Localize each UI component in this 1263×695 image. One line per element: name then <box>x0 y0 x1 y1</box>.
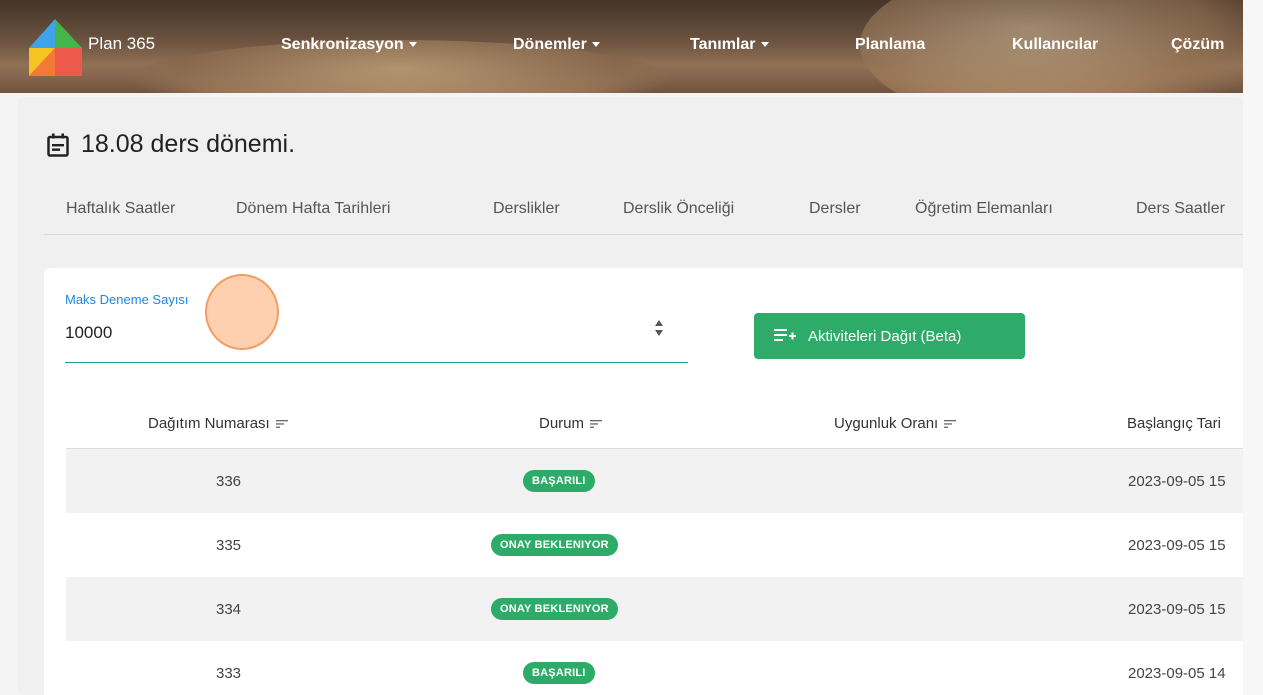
top-navbar: Plan 365 Senkronizasyon Dönemler Tanımla… <box>0 0 1243 93</box>
column-header-start-date[interactable]: Başlangıç Tari <box>1127 415 1221 432</box>
tab-derslikler[interactable]: Derslikler <box>493 200 560 218</box>
header-label: Uygunluk Oranı <box>834 415 939 432</box>
tab-haftalik-saatler[interactable]: Haftalık Saatler <box>66 200 175 218</box>
calendar-icon <box>47 133 69 157</box>
nav-cozum[interactable]: Çözüm <box>1171 36 1224 54</box>
table-row[interactable]: 334 ONAY BEKLENIYOR 2023-09-05 15 <box>66 577 1243 641</box>
table-row[interactable]: 335 ONAY BEKLENIYOR 2023-09-05 15 <box>66 513 1243 577</box>
column-header-distribution-number[interactable]: Dağıtım Numarası <box>148 415 288 432</box>
distribute-activities-button[interactable]: Aktiviteleri Dağıt (Beta) <box>754 313 1025 359</box>
input-underline <box>65 362 688 363</box>
page-title: 18.08 ders dönemi. <box>47 130 295 159</box>
nav-senkronizasyon[interactable]: Senkronizasyon <box>281 36 417 54</box>
cell-start-date: 2023-09-05 14 <box>1128 664 1226 682</box>
cell-distribution-number: 334 <box>216 600 242 618</box>
click-indicator <box>205 274 279 350</box>
column-header-fitness-ratio[interactable]: Uygunluk Oranı <box>834 415 957 432</box>
cell-distribution-number: 333 <box>216 664 242 682</box>
sort-icon <box>944 420 957 428</box>
table-row[interactable]: 336 BAŞARILI 2023-09-05 15 <box>66 449 1243 513</box>
max-attempts-label: Maks Deneme Sayısı <box>65 292 189 307</box>
caret-down-icon <box>760 42 769 48</box>
column-header-status[interactable]: Durum <box>539 415 603 432</box>
table-row[interactable]: 333 BAŞARILI 2023-09-05 14 <box>66 641 1243 695</box>
cell-status: BAŞARILI <box>523 449 595 513</box>
header-label: Durum <box>539 415 585 432</box>
cell-status: ONAY BEKLENIYOR <box>491 513 618 577</box>
nav-label: Dönemler <box>513 36 587 53</box>
caret-down-icon <box>408 42 417 48</box>
tab-dersler[interactable]: Dersler <box>809 200 861 218</box>
brand-name[interactable]: Plan 365 <box>88 34 155 54</box>
tab-bar: Haftalık Saatler Dönem Hafta Tarihleri D… <box>44 200 1243 235</box>
plan365-logo-icon[interactable] <box>26 19 84 77</box>
tab-derslik-onceligi[interactable]: Derslik Önceliği <box>623 200 734 218</box>
nav-donemler[interactable]: Dönemler <box>513 36 600 54</box>
status-badge: BAŞARILI <box>523 470 595 492</box>
caret-down-icon <box>591 42 600 48</box>
cell-status: BAŞARILI <box>523 641 595 695</box>
cell-distribution-number: 336 <box>216 472 242 490</box>
status-badge: ONAY BEKLENIYOR <box>491 534 618 556</box>
cell-start-date: 2023-09-05 15 <box>1128 536 1226 554</box>
tab-donem-hafta-tarihleri[interactable]: Dönem Hafta Tarihleri <box>236 200 390 218</box>
playlist-add-icon <box>774 329 796 341</box>
nav-label: Senkronizasyon <box>281 36 404 53</box>
sort-icon <box>590 420 603 428</box>
cell-start-date: 2023-09-05 15 <box>1128 600 1226 618</box>
distribute-button-label: Aktiviteleri Dağıt (Beta) <box>808 327 962 345</box>
scrollbar-track[interactable] <box>1243 0 1263 695</box>
tab-ders-saatleri[interactable]: Ders Saatler <box>1136 200 1225 218</box>
number-spinner-icon[interactable] <box>650 316 668 340</box>
nav-kullanicilar[interactable]: Kullanıcılar <box>1012 36 1098 54</box>
tab-ogretim-elemanlari[interactable]: Öğretim Elemanları <box>915 200 1053 218</box>
nav-tanimlar[interactable]: Tanımlar <box>690 36 769 54</box>
cell-start-date: 2023-09-05 15 <box>1128 472 1226 490</box>
header-label: Başlangıç Tari <box>1127 415 1221 432</box>
nav-planlama[interactable]: Planlama <box>855 36 925 54</box>
cell-distribution-number: 335 <box>216 536 242 554</box>
status-badge: ONAY BEKLENIYOR <box>491 598 618 620</box>
header-label: Dağıtım Numarası <box>148 415 270 432</box>
nav-label: Tanımlar <box>690 36 756 53</box>
cell-status: ONAY BEKLENIYOR <box>491 577 618 641</box>
status-badge: BAŞARILI <box>523 662 595 684</box>
max-attempts-input[interactable] <box>65 322 650 344</box>
sort-icon <box>275 420 288 428</box>
page-title-text: 18.08 ders dönemi. <box>81 130 296 158</box>
